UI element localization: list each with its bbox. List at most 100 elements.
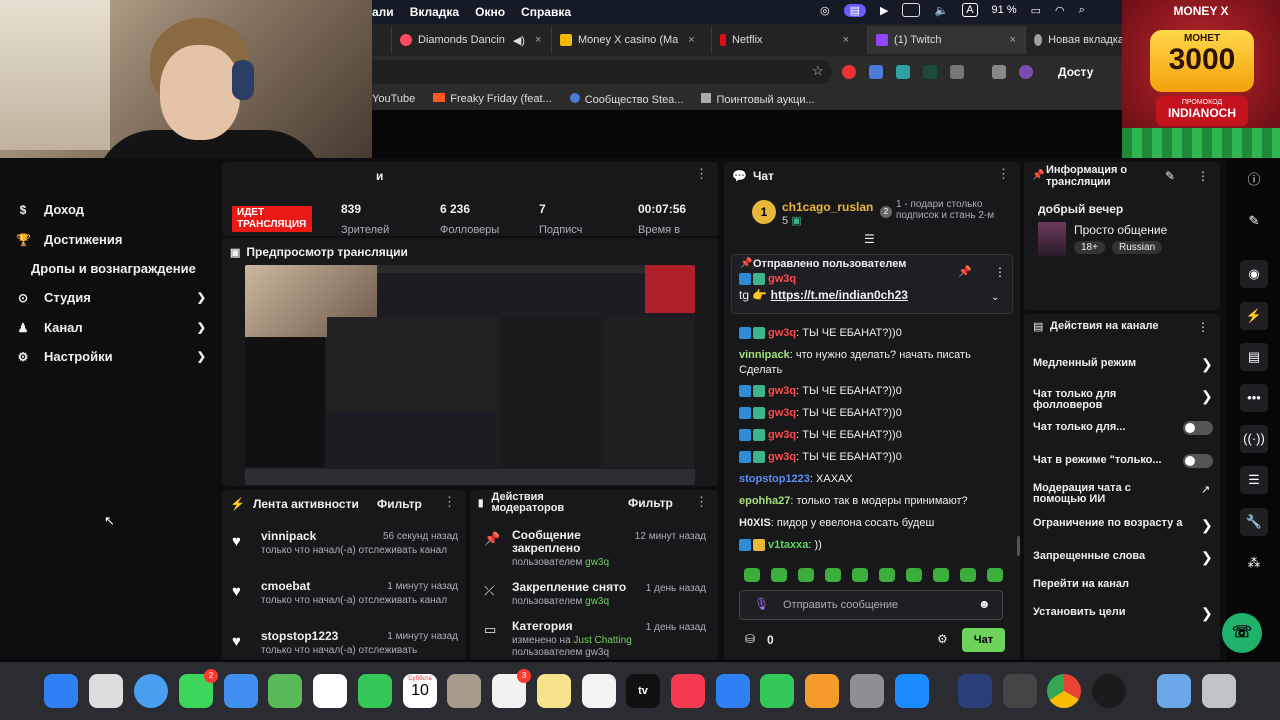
tag-russian[interactable]: Russian <box>1112 241 1163 254</box>
chat-send-button[interactable]: Чат <box>962 628 1005 652</box>
mod-action-item[interactable]: 📌 Сообщение закреплено 12 минут назад по… <box>484 529 712 571</box>
channel-action-row[interactable]: Модерация чата с помощью ИИ <box>1033 483 1183 505</box>
chat-message[interactable]: gw3q: ТЫ ЧЕ ЕБАНАТ?))0 <box>739 326 1015 341</box>
menu-item-edit[interactable]: али <box>372 5 394 19</box>
pinned-link[interactable]: https://t.me/indian0ch23 <box>771 288 908 302</box>
play-icon[interactable]: ▶ <box>880 4 888 17</box>
chat-message[interactable]: gw3q: ТЫ ЧЕ ЕБАНАТ?))0 <box>739 384 1015 399</box>
music-icon[interactable] <box>671 674 705 708</box>
channel-action-row[interactable]: Перейти на канал <box>1033 578 1213 590</box>
assist-button[interactable]: ☏ <box>1222 613 1262 653</box>
menu-item-window[interactable]: Окно <box>475 5 505 19</box>
chat-settings-icon[interactable]: ⚙ <box>937 632 948 646</box>
more-options-icon[interactable]: ⋮ <box>695 495 708 508</box>
battery-icon[interactable]: ▭ <box>1031 4 1041 17</box>
category-name[interactable]: Просто общение <box>1074 223 1167 237</box>
extension-translate-icon[interactable] <box>896 65 910 79</box>
browser-tab-moneyx[interactable]: Money X casino (Ma × <box>552 26 712 54</box>
chevron-right-icon[interactable]: ❯ <box>1201 356 1213 373</box>
wifi-icon[interactable]: ◠ <box>1055 4 1065 17</box>
nav-item-channel[interactable]: ♟ Канал ❯ <box>16 320 206 335</box>
emote-icon[interactable] <box>960 568 976 582</box>
creative-cloud-icon[interactable]: ◎ <box>820 4 830 17</box>
piano-icon[interactable] <box>1003 674 1037 708</box>
chat-message[interactable]: H0XIS: пидор у евелона сосать будеш <box>739 516 1015 531</box>
calendar-icon[interactable]: Суббота 10 <box>403 674 437 708</box>
close-icon[interactable]: × <box>535 34 541 46</box>
chevron-down-icon[interactable]: ❯ <box>197 350 206 363</box>
broadcast-icon[interactable]: ((·)) <box>1240 425 1268 453</box>
chevron-right-icon[interactable]: ❯ <box>1201 517 1213 534</box>
maps-icon[interactable] <box>268 674 302 708</box>
tag-18plus[interactable]: 18+ <box>1074 241 1105 254</box>
external-link-icon[interactable]: ↗ <box>1201 483 1210 496</box>
browser-tab-twitch[interactable]: (1) Twitch × <box>868 26 1026 54</box>
toggle-switch[interactable] <box>1183 421 1213 435</box>
emote-icon[interactable] <box>825 568 841 582</box>
chat-username[interactable]: gw3q <box>768 385 796 397</box>
volume-icon[interactable]: 🔈 <box>934 4 948 17</box>
chevron-down-icon[interactable]: ❯ <box>197 291 206 304</box>
channel-action-row[interactable]: Установить цели <box>1033 606 1213 618</box>
chat-username[interactable]: epohha27 <box>739 495 790 507</box>
browser-tab-diamonds[interactable]: Diamonds Dancin ◀) × <box>392 26 552 54</box>
chat-message[interactable]: gw3q: ТЫ ЧЕ ЕБАНАТ?))0 <box>739 428 1015 443</box>
channel-action-row[interactable]: Медленный режим <box>1033 357 1213 369</box>
system-settings-icon[interactable] <box>850 674 884 708</box>
keynote-icon[interactable] <box>716 674 750 708</box>
finder-icon[interactable] <box>44 674 78 708</box>
chat-message[interactable]: stopstop1223: ХАХАХ <box>739 472 1015 487</box>
activity-item[interactable]: ♥ vinnipack 56 секунд назад только что н… <box>232 529 462 573</box>
chevron-down-icon[interactable]: ❯ <box>197 321 206 334</box>
chat-username[interactable]: gw3q <box>768 407 796 419</box>
info-icon[interactable]: ⓘ <box>1240 166 1268 194</box>
camera-icon[interactable]: ◉ <box>1240 260 1268 288</box>
app-store-icon[interactable] <box>895 674 929 708</box>
stream-preview-video[interactable] <box>245 265 695 485</box>
bookmark-youtube[interactable]: YouTube <box>372 93 415 105</box>
extensions-puzzle-icon[interactable] <box>950 65 964 79</box>
menu-item-help[interactable]: Справка <box>521 5 571 19</box>
bookmark-freaky-friday[interactable]: Freaky Friday (feat... <box>433 93 552 105</box>
chat-message[interactable]: gw3q: ТЫ ЧЕ ЕБАНАТ?))0 <box>739 450 1015 465</box>
channel-points-icon[interactable]: ⛁ <box>745 632 755 646</box>
extension-new-icon[interactable] <box>869 65 883 79</box>
extension-list-icon[interactable] <box>992 65 1006 79</box>
activity-filter-button[interactable]: Фильтр <box>377 497 422 511</box>
chat-scrollbar[interactable] <box>1017 536 1020 556</box>
more-options-icon[interactable]: ⋮ <box>994 265 1006 279</box>
launchpad-icon[interactable] <box>89 674 123 708</box>
emote-icon[interactable] <box>879 568 895 582</box>
wrench-icon[interactable]: 🔧 <box>1240 508 1268 536</box>
speaker-icon[interactable]: ◀) <box>513 34 525 47</box>
emote-icon[interactable] <box>744 568 760 582</box>
edit-icon[interactable]: ✎ <box>1165 169 1175 183</box>
close-icon[interactable]: × <box>1009 34 1015 46</box>
input-source-icon[interactable]: A <box>962 3 978 17</box>
chrome-icon[interactable] <box>1047 674 1081 708</box>
display-icon[interactable] <box>902 3 921 17</box>
more-options-icon[interactable]: ⋮ <box>1197 169 1209 183</box>
channel-action-row[interactable]: Запрещенные слова <box>1033 550 1213 562</box>
collapse-icon[interactable]: ☰ <box>864 232 875 246</box>
unpin-button[interactable]: 📌 <box>958 265 972 278</box>
more-options-icon[interactable]: ⋮ <box>997 167 1010 180</box>
pages-icon[interactable] <box>805 674 839 708</box>
chat-message[interactable]: vinnipack: что нужно зделать? начать пис… <box>739 348 1015 378</box>
more-options-icon[interactable]: ⋮ <box>443 495 456 508</box>
bookmark-auction[interactable]: Поинтовый аукци... <box>701 92 815 106</box>
numbers-icon[interactable] <box>760 674 794 708</box>
mail-icon[interactable] <box>224 674 258 708</box>
activity-item[interactable]: ♥ cmoebat 1 минуту назад только что нача… <box>232 579 462 623</box>
photos-icon[interactable] <box>313 674 347 708</box>
emote-icon[interactable] <box>987 568 1003 582</box>
chat-message[interactable]: v1taxxa: )) <box>739 538 1015 553</box>
contacts-icon[interactable] <box>447 674 481 708</box>
chat-icon[interactable]: ••• <box>1240 384 1268 412</box>
bolt-icon[interactable]: ⚡ <box>1240 302 1268 330</box>
nav-item-studio[interactable]: ⊙ Студия ❯ <box>16 290 206 305</box>
emoji-icon[interactable]: ☻ <box>978 597 991 611</box>
access-button[interactable]: Досту <box>1058 65 1093 79</box>
emote-icon[interactable] <box>852 568 868 582</box>
chat-username[interactable]: gw3q <box>768 327 796 339</box>
